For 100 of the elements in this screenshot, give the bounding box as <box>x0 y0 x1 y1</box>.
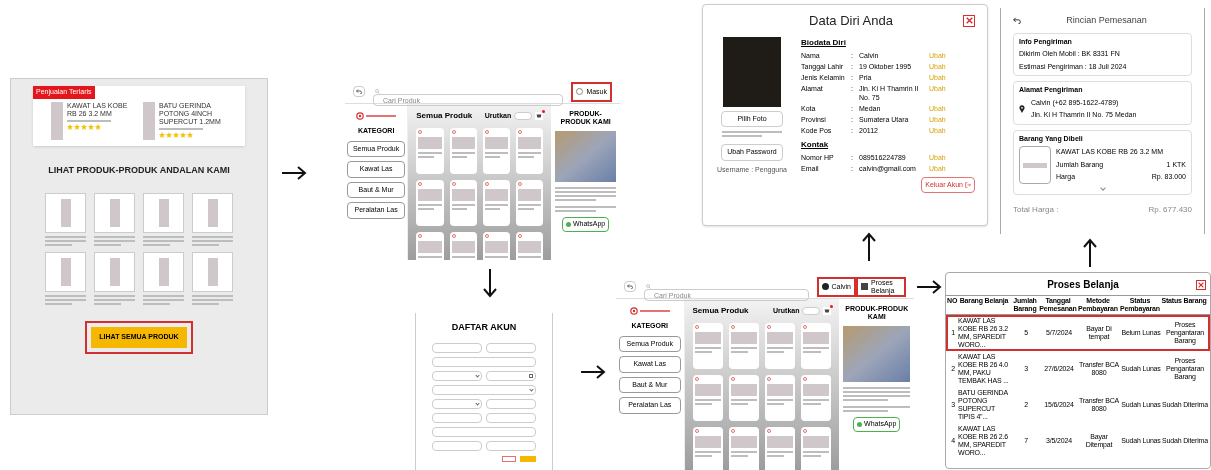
blurred-text-drawing <box>803 347 830 353</box>
blurred-text-drawing <box>803 451 830 457</box>
input-field[interactable] <box>432 342 482 353</box>
select-field[interactable] <box>432 384 536 395</box>
product-card[interactable] <box>143 193 184 246</box>
product-card[interactable] <box>765 427 796 470</box>
input-field[interactable] <box>432 412 482 423</box>
product-card[interactable] <box>765 323 796 369</box>
product-card[interactable] <box>449 180 477 226</box>
blurred-text-drawing <box>143 295 184 305</box>
product-photo <box>451 241 475 253</box>
location-pin-icon <box>1019 105 1025 113</box>
product-photo <box>767 332 794 344</box>
logout-icon <box>965 181 971 188</box>
product-photo <box>418 189 442 201</box>
product-photo <box>109 199 120 227</box>
product-photo <box>767 384 794 396</box>
product-card[interactable] <box>801 375 832 421</box>
phone-icon <box>857 421 863 427</box>
primary-button[interactable] <box>520 455 536 462</box>
cart-icon[interactable] <box>535 112 544 120</box>
blurred-text-drawing <box>803 399 830 405</box>
product-photo <box>51 101 63 140</box>
product-photo <box>207 199 218 227</box>
blurred-text-drawing <box>484 204 508 210</box>
product-card[interactable] <box>45 193 86 246</box>
product-card[interactable] <box>416 128 444 174</box>
blurred-text-drawing <box>143 236 184 246</box>
close-button[interactable] <box>963 14 975 27</box>
product-photo <box>484 137 508 149</box>
product-card[interactable] <box>516 128 544 174</box>
date-field[interactable] <box>486 370 536 381</box>
product-card[interactable] <box>765 375 796 421</box>
blurred-text-drawing <box>45 236 86 246</box>
input-field[interactable] <box>486 440 536 451</box>
product-card[interactable] <box>801 323 832 369</box>
blurred-text-drawing <box>694 399 721 405</box>
product-card[interactable] <box>516 180 544 226</box>
gear-logo-icon <box>356 112 365 120</box>
product-card[interactable] <box>482 128 510 174</box>
product-photo <box>730 436 757 448</box>
input-field[interactable] <box>432 426 536 437</box>
product-card[interactable] <box>482 180 510 226</box>
close-button[interactable] <box>1196 279 1206 290</box>
product-card[interactable] <box>692 323 723 369</box>
product-card[interactable] <box>192 252 233 305</box>
secondary-button[interactable] <box>502 455 516 462</box>
profile-photo-placeholder <box>723 36 781 107</box>
back-button[interactable] <box>624 281 636 292</box>
blurred-text-drawing <box>722 131 782 137</box>
blurred-text-drawing <box>730 347 757 353</box>
close-icon <box>965 17 973 25</box>
product-photo <box>694 384 721 396</box>
product-card[interactable] <box>728 375 759 421</box>
blurred-text-drawing <box>418 152 442 158</box>
product-card[interactable] <box>692 427 723 470</box>
product-card[interactable] <box>416 180 444 226</box>
product-card[interactable] <box>728 427 759 470</box>
cart-icon[interactable] <box>823 307 832 315</box>
blurred-text-drawing <box>518 204 542 210</box>
input-field[interactable] <box>486 398 536 409</box>
product-photo <box>803 436 830 448</box>
blurred-text-drawing <box>555 206 616 212</box>
input-field[interactable] <box>432 440 482 451</box>
product-photo <box>694 332 721 344</box>
undo-arrow-icon[interactable] <box>1013 17 1021 25</box>
product-photo <box>803 384 830 396</box>
section-title: Kontak <box>801 138 830 151</box>
close-icon <box>1198 281 1204 288</box>
product-card[interactable] <box>449 128 477 174</box>
total-value: Rp. 677.430 <box>1148 204 1192 216</box>
gear-logo-icon <box>629 307 638 315</box>
blurred-text-drawing <box>451 152 475 158</box>
blurred-text-drawing <box>518 152 542 158</box>
input-field[interactable] <box>486 412 536 423</box>
back-button[interactable] <box>353 86 365 97</box>
blurred-text-drawing <box>555 187 616 201</box>
product-card[interactable] <box>192 193 233 246</box>
select-field[interactable] <box>432 398 482 409</box>
product-card[interactable] <box>45 252 86 305</box>
product-card[interactable] <box>692 375 723 421</box>
shopping-icon <box>861 283 868 290</box>
blurred-text-drawing <box>484 152 508 158</box>
section-title: Semua Produk <box>692 305 750 317</box>
product-card[interactable] <box>94 193 135 246</box>
section-heading: LIHAT PRODUK-PRODUK ANDALAN KAMI <box>48 163 230 177</box>
blurred-text-drawing <box>767 399 794 405</box>
product-photo <box>484 189 508 201</box>
product-card[interactable] <box>143 252 184 305</box>
products-collage-placeholder <box>843 326 910 383</box>
product-card[interactable] <box>801 427 832 470</box>
flow-arrow <box>862 232 876 262</box>
product-card[interactable] <box>728 323 759 369</box>
input-field[interactable] <box>432 356 536 367</box>
product-card[interactable] <box>94 252 135 305</box>
form-title: DAFTAR AKUN <box>451 321 517 334</box>
product-photo <box>207 258 218 286</box>
product-photo <box>730 332 757 344</box>
select-field[interactable] <box>432 370 482 381</box>
input-field[interactable] <box>486 342 536 353</box>
